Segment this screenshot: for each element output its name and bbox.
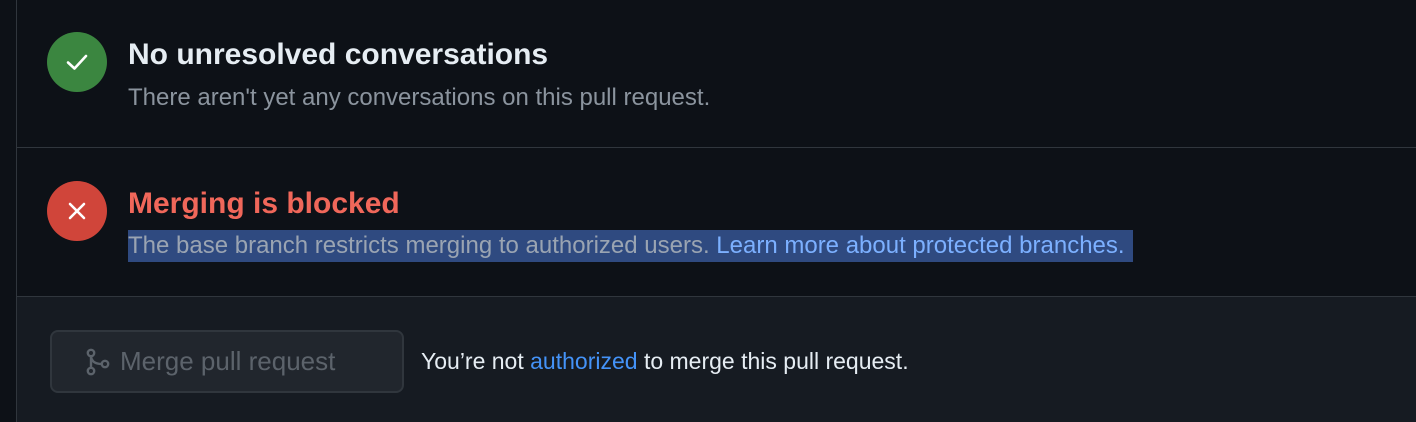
success-status [47,32,107,92]
merge-pull-request-button[interactable]: Merge pull request [50,330,404,393]
merge-action-section: Merge pull request You’re not authorized… [17,297,1416,422]
merge-button-label: Merge pull request [120,346,336,376]
error-status [47,181,107,241]
check-icon [66,54,88,70]
merge-blocked-section: Merging is blocked The base branch restr… [17,148,1416,297]
protected-branches-link[interactable]: Learn more about protected branches. [716,232,1124,259]
git-merge-icon [86,348,110,376]
note-prefix: You’re not [421,348,524,374]
note-suffix: to merge this pull request. [643,348,909,374]
merge-blocked-title: Merging is blocked [128,187,400,220]
conversations-title: No unresolved conversations [128,38,549,71]
x-icon [68,202,86,220]
merge-blocked-description: The base branch restricts merging to aut… [128,229,1133,263]
authorized-link[interactable]: authorized [530,348,637,374]
conversations-section: No unresolved conversations There aren't… [17,0,1416,148]
conversations-description: There aren't yet any conversations on th… [128,84,711,111]
merge-blocked-reason: The base branch restricts merging to aut… [128,232,710,259]
merge-permission-note: You’re not authorized to merge this pull… [421,344,909,378]
merge-box: No unresolved conversations There aren't… [16,0,1416,422]
selected-text: The base branch restricts merging to aut… [128,230,1133,262]
